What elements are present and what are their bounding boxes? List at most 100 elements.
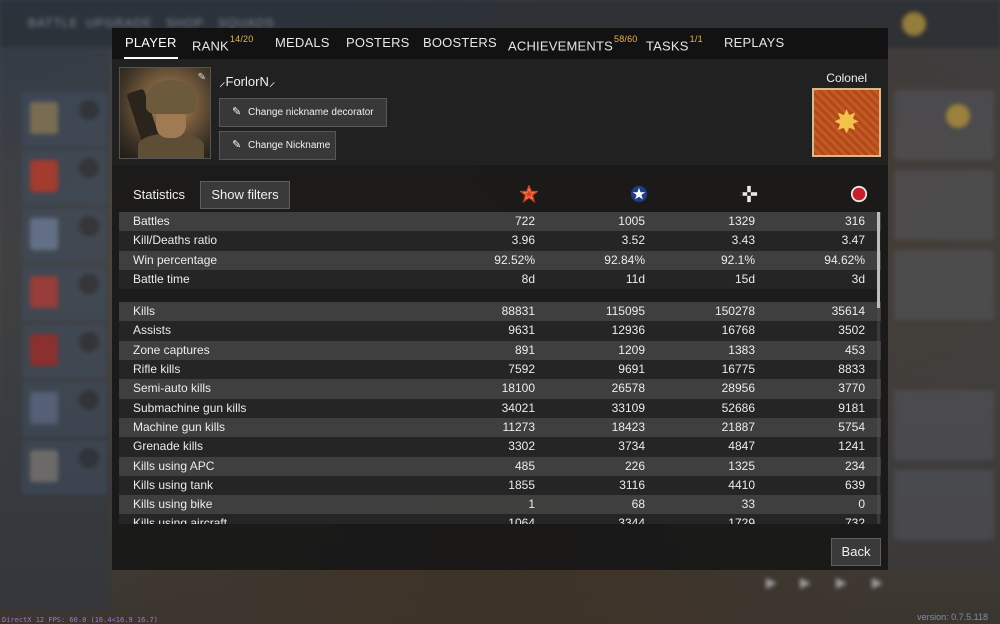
stat-value: 21887 [721, 419, 755, 434]
bg-squad-slot [22, 92, 107, 147]
bg-squad-slot [22, 382, 107, 437]
button-label: Change nickname decorator [248, 107, 374, 118]
bg-squad-slot [22, 150, 107, 205]
tab-achievements[interactable]: ACHIEVEMENTS58/60 [508, 28, 638, 59]
stat-value: 1064 [508, 516, 535, 524]
bg-coin-icon [902, 12, 926, 36]
stat-label: Battles [133, 214, 170, 228]
statistics-header: Statistics Show filters [112, 176, 888, 212]
stat-value: 94.62% [824, 252, 865, 267]
tab-boosters[interactable]: BOOSTERS [423, 28, 497, 59]
tab-medals[interactable]: MEDALS [275, 28, 330, 59]
stat-value: 732 [844, 516, 865, 524]
edit-avatar-icon: ✎ [197, 72, 206, 83]
stat-value: 9631 [508, 323, 535, 338]
japan-sun-icon [850, 185, 868, 203]
stat-label: Zone captures [133, 342, 210, 357]
back-button[interactable]: Back [831, 538, 881, 566]
change-nickname-decorator-button[interactable]: ✎ Change nickname decorator [219, 98, 387, 127]
bg-tile [894, 90, 994, 160]
tab-badge: 14/20 [229, 34, 254, 44]
tab-badge: 58/60 [613, 34, 638, 44]
stat-value: 88831 [501, 304, 535, 319]
stat-value: 33109 [611, 400, 645, 415]
stat-label: Machine gun kills [133, 419, 226, 434]
stat-value: 9691 [618, 362, 645, 377]
stat-value: 3.96 [511, 233, 535, 248]
tab-replays[interactable]: REPLAYS [724, 28, 784, 59]
stat-value: 453 [844, 342, 865, 357]
bg-nav-item: BATTLE [28, 16, 79, 30]
version-label: version: 0.7.5.118 [917, 612, 988, 622]
statistics-table[interactable]: Battles 722 1005 1329 316 Kill/Deaths ratio 3.… [119, 212, 881, 524]
stat-value: 1209 [618, 342, 645, 357]
bg-arrow-icon: ▶ [800, 574, 811, 590]
profile-tab-bar: PLAYER RANK14/20 MEDALS POSTERS BOOSTERS… [112, 28, 888, 59]
stat-group-separator [119, 289, 881, 303]
stat-value: 3302 [508, 439, 535, 454]
tab-label: POSTERS [346, 35, 410, 50]
stat-row: Kills using bike 1 68 33 0 [119, 495, 881, 515]
bg-tile [894, 170, 994, 240]
soviet-star-icon [520, 185, 538, 203]
stat-value: 7592 [508, 362, 535, 377]
rank-title: Colonel [826, 71, 867, 85]
stat-value: 1005 [618, 214, 645, 228]
fps-counter: DirectX 12 FPS: 60.0 (16.4<16.9 16.7) [2, 616, 158, 624]
stat-row: Battles 722 1005 1329 316 [119, 212, 881, 232]
tab-tasks[interactable]: TASKS1/1 [646, 28, 703, 59]
avatar[interactable]: ✎ [119, 67, 211, 159]
stat-label: Kill/Deaths ratio [133, 233, 218, 248]
statistics-scrollbar[interactable] [877, 212, 880, 524]
stat-row: Kills using APC 485 226 1325 234 [119, 456, 881, 476]
tab-posters[interactable]: POSTERS [346, 28, 410, 59]
stat-value: 234 [844, 458, 865, 473]
stat-value: 3.52 [621, 233, 645, 248]
stat-value: 3770 [838, 381, 865, 396]
stat-value: 11273 [502, 419, 535, 434]
stat-label: Assists [133, 323, 172, 338]
stat-value: 12936 [611, 323, 645, 338]
tab-label: ACHIEVEMENTS [508, 38, 613, 54]
stat-value: 8d [521, 271, 535, 286]
show-filters-button[interactable]: Show filters [200, 181, 290, 209]
stat-value: 1 [528, 497, 535, 512]
stat-row: Machine gun kills 11273 18423 21887 5754 [119, 417, 881, 438]
bg-squad-slot [22, 266, 107, 321]
stat-value: 226 [624, 458, 645, 473]
stat-row: Win percentage 92.52% 92.84% 92.1% 94.62% [119, 250, 881, 270]
stat-value: 18423 [611, 419, 645, 434]
stat-value: 9181 [838, 400, 865, 415]
stat-value: 1855 [508, 477, 535, 492]
stat-value: 150278 [714, 304, 755, 319]
bg-squad-slot [22, 440, 107, 495]
stat-value: 68 [631, 497, 645, 512]
stat-value: 16775 [721, 362, 755, 377]
stat-value: 316 [844, 214, 865, 228]
background-squad-column [0, 50, 110, 610]
stat-label: Semi-auto kills [133, 381, 212, 396]
stat-value: 3502 [838, 323, 865, 338]
stat-value: 33 [741, 497, 755, 512]
stat-value: 891 [514, 342, 535, 357]
tab-label: BOOSTERS [423, 35, 497, 50]
button-label: Change Nickname [248, 140, 331, 151]
stat-value: 3344 [618, 516, 645, 524]
stat-value: 18100 [501, 381, 535, 396]
stat-value: 3.43 [731, 233, 755, 248]
stat-value: 28956 [721, 381, 755, 396]
tab-rank[interactable]: RANK14/20 [192, 28, 253, 59]
tab-player[interactable]: PLAYER [124, 28, 178, 59]
stat-label: Win percentage [133, 252, 218, 267]
stat-row: Kill/Deaths ratio 3.96 3.52 3.43 3.47 [119, 231, 881, 251]
stat-value: 4847 [728, 439, 755, 454]
tab-label: RANK [192, 38, 229, 54]
change-nickname-button[interactable]: ✎ Change Nickname [219, 131, 336, 160]
stat-row: Semi-auto kills 18100 26578 28956 3770 [119, 379, 881, 399]
stat-value: 15d [734, 271, 755, 286]
tab-label: PLAYER [125, 35, 177, 50]
bg-squad-slot [22, 324, 107, 379]
scrollbar-thumb[interactable] [877, 212, 880, 308]
stat-value: 3116 [619, 477, 645, 492]
stat-row: Battle time 8d 11d 15d 3d [119, 269, 881, 290]
